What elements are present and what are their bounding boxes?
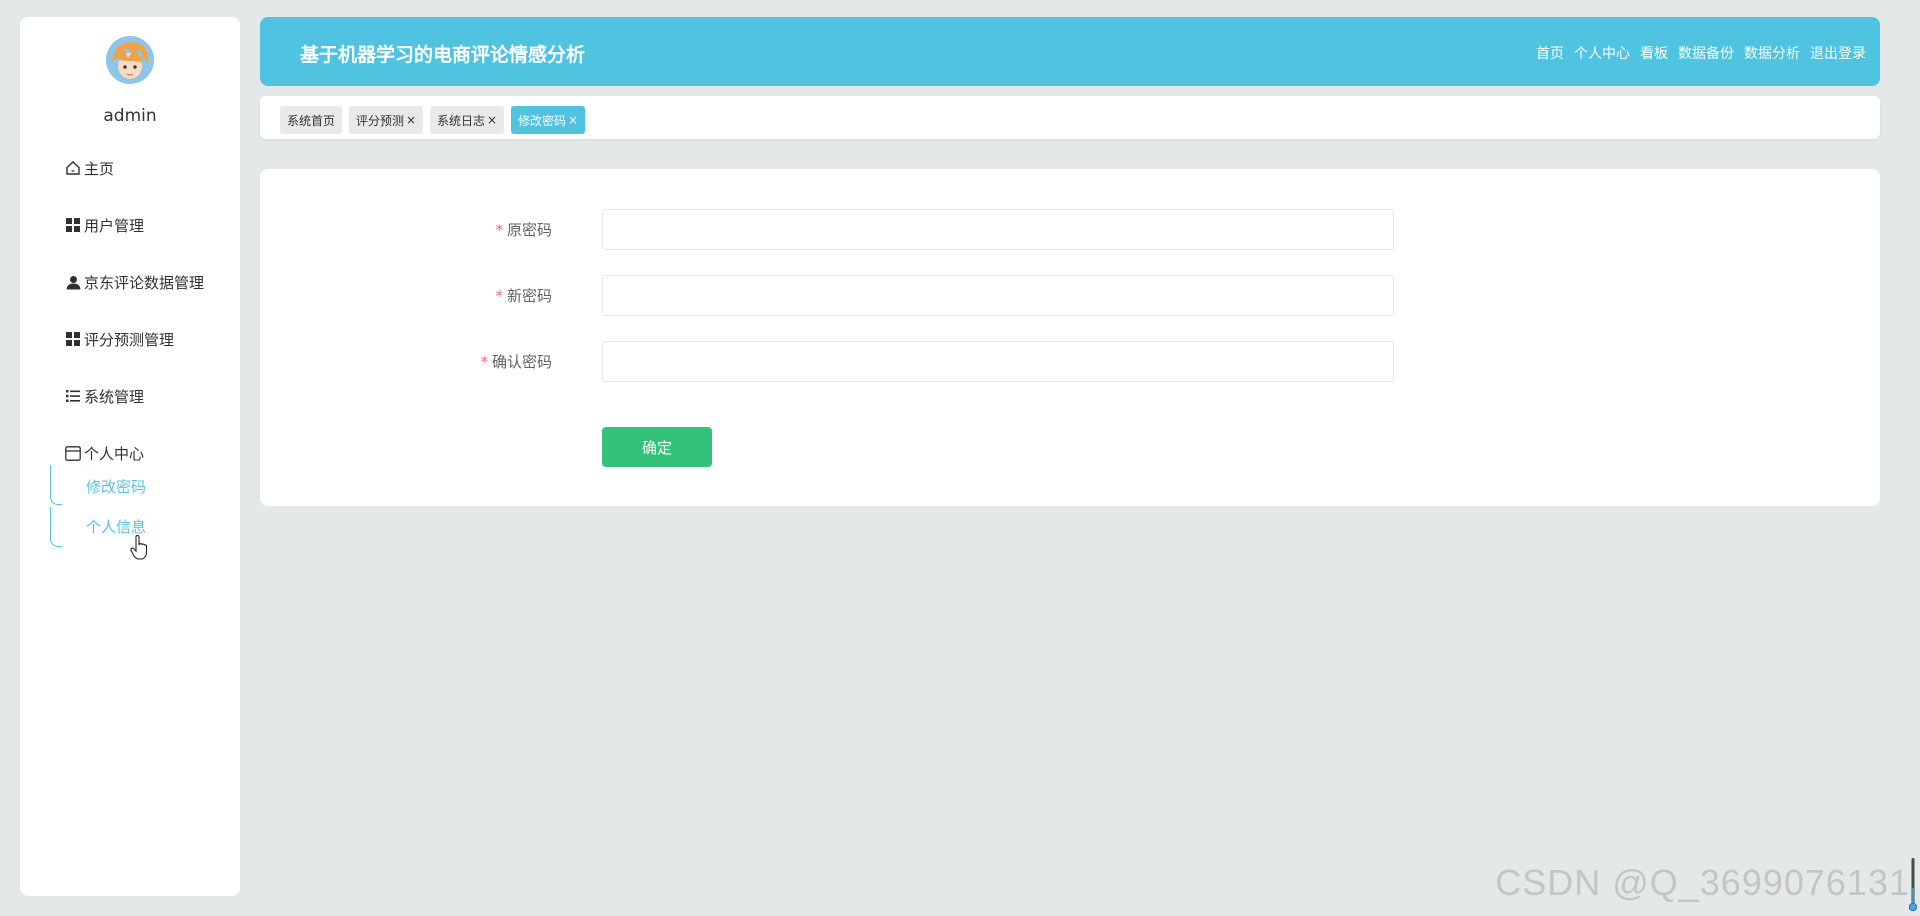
sidebar-item-label: 京东评论数据管理	[84, 273, 205, 292]
sidebar-item-label: 用户管理	[84, 216, 145, 235]
sidebar-item-label: 系统管理	[84, 387, 145, 406]
sidebar: admin 主页 用户管理 京东评论数据管理 评分预测管理 系统管理 个人中心 …	[20, 17, 240, 896]
submenu-connector	[50, 465, 62, 505]
nav-logout[interactable]: 退出登录	[1810, 43, 1866, 63]
confirm-password-input[interactable]	[602, 341, 1394, 382]
sidebar-item-label: 主页	[84, 159, 115, 178]
avatar[interactable]	[106, 36, 154, 84]
tab-label: 系统首页	[287, 113, 336, 128]
user-icon	[64, 273, 82, 291]
nav-personal-center[interactable]: 个人中心	[1574, 43, 1630, 63]
submenu-connector	[50, 507, 62, 547]
close-icon[interactable]: ×	[487, 113, 497, 127]
sidebar-item-jd-comments[interactable]: 京东评论数据管理	[64, 270, 204, 294]
tab-system-log[interactable]: 系统日志 ×	[430, 106, 505, 134]
confirm-password-label: * 确认密码	[480, 351, 552, 372]
new-password-input[interactable]	[602, 275, 1394, 316]
sidebar-item-personal-center[interactable]: 个人中心	[64, 441, 144, 465]
header-nav: 首页 个人中心 看板 数据备份 数据分析 退出登录	[1536, 43, 1866, 63]
home-icon	[64, 159, 82, 177]
field-label-text: 新密码	[506, 287, 552, 305]
tab-system-home[interactable]: 系统首页	[280, 106, 343, 134]
tab-label: 修改密码	[518, 113, 567, 128]
required-mark: *	[495, 221, 503, 239]
confirm-button[interactable]: 确定	[602, 427, 712, 467]
window-icon	[64, 444, 82, 462]
nav-data-backup[interactable]: 数据备份	[1678, 43, 1734, 63]
new-password-label: * 新密码	[495, 285, 552, 306]
header-bar: 基于机器学习的电商评论情感分析 首页 个人中心 看板 数据备份 数据分析 退出登…	[260, 17, 1880, 86]
username: admin	[103, 106, 157, 126]
close-icon[interactable]: ×	[406, 113, 416, 127]
hand-cursor-icon	[130, 534, 150, 561]
old-password-label: * 原密码	[495, 219, 552, 240]
sidebar-item-label: 评分预测管理	[84, 330, 175, 349]
app-title: 基于机器学习的电商评论情感分析	[300, 44, 586, 66]
nav-data-analysis[interactable]: 数据分析	[1744, 43, 1800, 63]
required-mark: *	[495, 287, 503, 305]
tab-bar: 系统首页 评分预测 × 系统日志 × 修改密码 ×	[260, 96, 1880, 139]
sidebar-item-label: 个人中心	[84, 444, 145, 463]
tab-label: 系统日志	[437, 113, 486, 128]
tab-change-password[interactable]: 修改密码 ×	[511, 106, 586, 134]
old-password-input[interactable]	[602, 209, 1394, 250]
sidebar-item-score-prediction[interactable]: 评分预测管理	[64, 327, 174, 351]
nav-home[interactable]: 首页	[1536, 43, 1564, 63]
sidebar-item-users[interactable]: 用户管理	[64, 213, 144, 237]
close-icon[interactable]: ×	[568, 113, 578, 127]
tab-score-prediction[interactable]: 评分预测 ×	[349, 106, 424, 134]
sidebar-subitem-change-password[interactable]: 修改密码	[86, 476, 146, 497]
tab-label: 评分预测	[356, 113, 405, 128]
sidebar-item-home[interactable]: 主页	[64, 156, 114, 180]
sidebar-item-system[interactable]: 系统管理	[64, 384, 144, 408]
field-label-text: 确认密码	[491, 353, 552, 371]
list-icon	[64, 387, 82, 405]
change-password-panel: * 原密码 * 新密码 * 确认密码 确定	[260, 169, 1880, 506]
sidebar-subitem-personal-info[interactable]: 个人信息	[86, 516, 146, 537]
grid-icon	[64, 216, 82, 234]
field-label-text: 原密码	[506, 221, 552, 239]
nav-dashboard[interactable]: 看板	[1640, 43, 1668, 63]
required-mark: *	[480, 353, 488, 371]
grid-icon	[64, 330, 82, 348]
watermark: CSDN @Q_3699076131	[1495, 862, 1910, 903]
thermometer-icon	[1908, 858, 1918, 912]
